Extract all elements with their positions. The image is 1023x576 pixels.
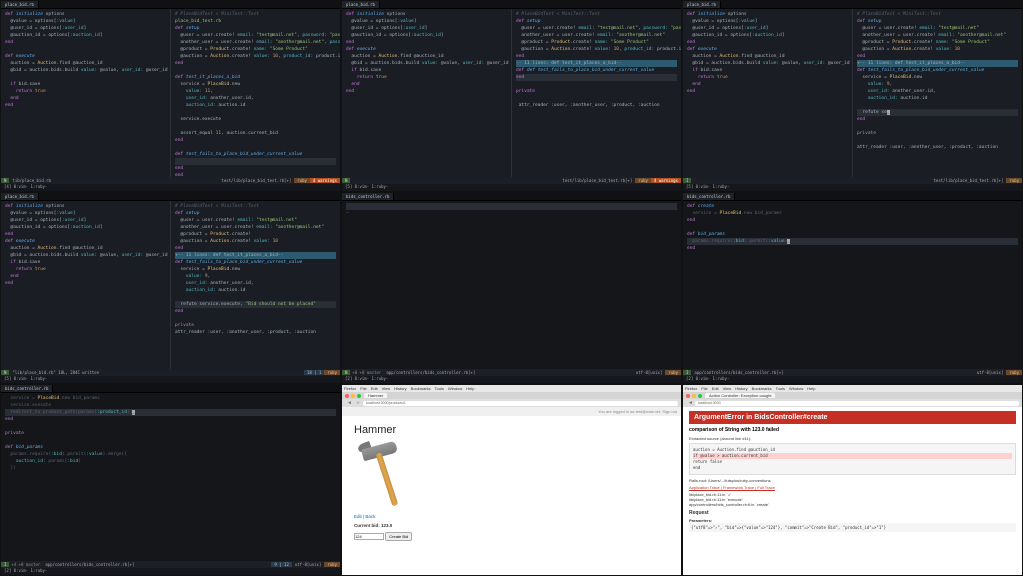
frame-5: bids_controller.rb ~ N +0 +0 master app/… — [341, 192, 682, 384]
right-pane[interactable]: # PlaceBidTest < MiniTest::Test def setu… — [511, 9, 681, 177]
tab-placebid[interactable]: place_bid.rb — [1, 1, 39, 8]
app-trace: lib/place_bid.rb:11:in `>' lib/place_bid… — [689, 492, 1016, 507]
fold-line[interactable]: +-- 11 lines: def test_it_places_a_bid-- — [857, 60, 1018, 67]
browser-tab[interactable]: Action Controller: Exception caught — [705, 393, 775, 398]
fold-line[interactable]: -- 11 lines: def test_it_places_a_bid-- — [516, 60, 677, 67]
firefox-menu[interactable]: Firefox — [344, 386, 356, 391]
forward-icon[interactable]: ► — [354, 400, 363, 406]
status-file-left: tib/place_bid.rb — [9, 178, 54, 183]
edit-link[interactable]: Edit | Back — [354, 514, 375, 519]
tab[interactable]: place_bid.rb — [342, 1, 380, 8]
vim-mode: N — [1, 178, 9, 183]
rails-root: Rails.root: /Users/.../tutsplus/ruby-con… — [689, 478, 1016, 483]
request-params: {"utf8"=>"✓", "bid"=>{"value"=>"124"}, "… — [689, 523, 1016, 532]
url-input[interactable]: localhost:3000/products/1 — [363, 401, 678, 406]
frame-3: place_bid.rb def initialize options @val… — [682, 0, 1023, 192]
current-bid-label: Current bid: 123.0 — [354, 523, 669, 528]
back-icon[interactable]: ◄ — [686, 400, 695, 406]
url-input[interactable]: localhost:3000 — [695, 401, 1019, 406]
trace-links[interactable]: Application Trace | Framework Trace | Fu… — [689, 485, 775, 490]
status-file-right: test/lib/place_bid_test.rb[+] — [218, 178, 294, 183]
tab-bar: place_bid.rb — [1, 1, 340, 9]
left-pane[interactable]: def initialize options @value = options[… — [1, 9, 170, 177]
frame-4: place_bid.rb def initialize options @val… — [0, 192, 341, 384]
window-controls[interactable] — [345, 394, 361, 398]
product-image — [354, 440, 424, 510]
frame-6: bids_controller.rb def create service = … — [682, 192, 1023, 384]
tmux-status: [4] 0:vim- 1:ruby- — [1, 184, 340, 191]
frame-9-error: Firefox File Edit View History Bookmarks… — [682, 384, 1023, 576]
frame-1: place_bid.rb def initialize options @val… — [0, 0, 341, 192]
write-msg: "lib/place_bid.rb" 18L, 284C written — [9, 370, 102, 375]
source-label: Extracted source (around line #11): — [689, 436, 1016, 441]
product-title: Hammer — [354, 424, 669, 436]
browser-tab[interactable]: Hammer — [364, 393, 387, 398]
request-heading: Request — [689, 510, 1016, 516]
login-status: You are logged in as test@mail.net. Sign… — [342, 407, 681, 416]
fold-line[interactable]: +-- 11 lines: def test_it_places_a_bid-- — [175, 252, 336, 259]
warnings-badge: 4 warnings — [310, 178, 340, 183]
create-bid-button[interactable]: Create Bid — [385, 532, 412, 541]
mac-menubar: Firefox File Edit View History Bookmarks… — [683, 385, 1022, 392]
error-header: ArgumentError in BidsController#create — [689, 411, 1016, 424]
frame-8-browser: Firefox File Edit View History Bookmarks… — [341, 384, 682, 576]
back-icon[interactable]: ◄ — [345, 400, 354, 406]
right-pane[interactable]: # PlaceBidTest < MiniTest::Test place_bi… — [170, 9, 340, 177]
error-message: comparison of String with 123.0 failed — [689, 427, 1016, 433]
status-bar: N tib/place_bid.rb test/lib/place_bid_te… — [1, 177, 340, 184]
frame-2: place_bid.rb def initialize options @val… — [341, 0, 682, 192]
left-pane[interactable]: def initialize options @value = options[… — [342, 9, 511, 177]
frame-7: bids_controller.rb service = PlaceBid.ne… — [0, 384, 341, 576]
mac-menubar: Firefox File Edit View History Bookmarks… — [342, 385, 681, 392]
bid-value-input[interactable] — [354, 533, 384, 540]
source-extract: auction = Auction.find @auction_id if @v… — [689, 443, 1016, 475]
vim-mode: N — [1, 370, 9, 375]
page-content: Hammer Edit | Back Current bid: 123.0 Cr… — [342, 416, 681, 575]
address-bar-row: ◄ ► localhost:3000/products/1 — [342, 399, 681, 407]
